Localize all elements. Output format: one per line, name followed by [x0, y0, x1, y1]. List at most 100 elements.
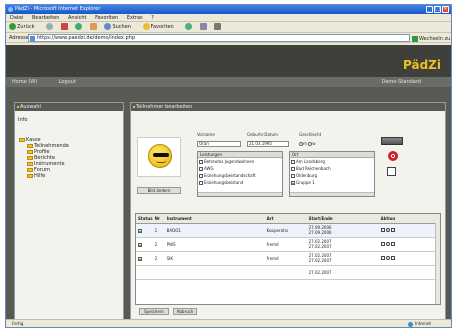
birth-date-field[interactable]: 21.03.1995 [247, 141, 289, 147]
menu-extras[interactable]: Extras [127, 15, 143, 21]
mail-button[interactable] [199, 23, 208, 30]
change-picture-button[interactable]: Bild ändern [137, 187, 181, 194]
back-arrow-icon [9, 23, 16, 30]
leistungen-item[interactable]: Betreutes Jugendwohnen [198, 158, 282, 165]
status-zone: Internet [408, 320, 431, 327]
ort-item[interactable]: Gruppe 1 [290, 179, 374, 186]
brand-logo: PädZi [403, 58, 441, 72]
stop-button[interactable] [60, 23, 69, 30]
leistungen-item[interactable]: Erziehungsbeistand [198, 179, 282, 186]
target-icon[interactable] [388, 151, 398, 161]
nav-home-link[interactable]: Home (W) [12, 79, 37, 85]
menu-ansicht[interactable]: Ansicht [68, 15, 86, 21]
leistungen-item[interactable]: Erziehungsbeistandschaft [198, 172, 282, 179]
mail-icon [199, 23, 207, 30]
minimize-button[interactable]: _ [426, 6, 433, 13]
menu-bar: Datei Bearbeiten Ansicht Favoriten Extra… [6, 14, 451, 22]
row-actions [378, 251, 440, 266]
row-dates: 27.02.2007 [306, 265, 379, 280]
ort-item[interactable]: Bad Reichenbach [290, 165, 374, 172]
table-row[interactable]: 1 BADO1 Kooperativ 27.09.2006 27.09.2006 [136, 223, 440, 238]
checkbox[interactable] [199, 181, 203, 185]
checkbox[interactable] [291, 167, 295, 171]
toolbar: Zurück Suchen Favoriten [6, 22, 451, 33]
menu-help[interactable]: ? [151, 15, 154, 21]
nav-logout-link[interactable]: Logout [59, 79, 76, 85]
main-panel: Teilnehmer bearbeiten Bild ändern Vornam… [130, 102, 446, 321]
avatar [137, 137, 181, 177]
ort-scrollbar[interactable] [290, 192, 374, 196]
play-icon[interactable] [380, 227, 385, 232]
search-icon[interactable] [385, 227, 390, 232]
col-status: Status [136, 214, 153, 224]
star-icon [142, 23, 150, 30]
ort-item[interactable]: Am Landsberg [290, 158, 374, 165]
table-row[interactable]: 27.02.2007 [136, 265, 440, 280]
vorname-field[interactable]: Oran [197, 141, 241, 147]
globe-icon [408, 321, 414, 327]
document-icon[interactable] [390, 227, 395, 232]
maximize-button[interactable]: □ [434, 6, 441, 13]
menu-favoriten[interactable]: Favoriten [95, 15, 118, 21]
gender-label: Geschlecht [299, 132, 322, 137]
status-cell [136, 237, 153, 252]
checkbox[interactable] [199, 174, 203, 178]
leistungen-item[interactable]: AWG [198, 165, 282, 172]
row-end: 27.02.2007 [308, 244, 332, 249]
row-art: fremd [264, 251, 307, 266]
checkbox[interactable] [199, 167, 203, 171]
history-button[interactable] [185, 23, 193, 30]
document-icon[interactable] [390, 241, 395, 246]
search-icon[interactable] [385, 255, 390, 260]
go-button[interactable]: Wechseln zu [412, 34, 450, 44]
menu-bearbeiten[interactable]: Bearbeiten [32, 15, 59, 21]
mouth-shape [156, 160, 166, 163]
nav-profile-label: Demo-Standard [381, 79, 422, 85]
smiley-sunglasses-icon [148, 144, 172, 168]
checkbox-checked[interactable] [291, 181, 295, 185]
status-cell [136, 223, 153, 238]
checkbox[interactable] [291, 174, 295, 178]
page-icon [30, 36, 35, 41]
play-icon[interactable] [380, 255, 385, 260]
forward-arrow-icon [46, 23, 54, 30]
folder-icon [27, 156, 33, 160]
home-button[interactable] [89, 23, 98, 30]
table-scrollbar[interactable] [435, 223, 440, 304]
checkbox[interactable] [199, 160, 203, 164]
folder-icon [27, 150, 33, 154]
sunglasses-shape [153, 153, 169, 157]
back-button[interactable]: Zurück [9, 23, 39, 30]
folder-icon [27, 174, 33, 178]
table-row[interactable]: 2 PWS fremd 27.02.2007 27.02.2007 [136, 237, 440, 252]
checkbox[interactable] [291, 160, 295, 164]
left-panel: Auswahl Info Kasse Teilnehmende Profile … [14, 102, 124, 321]
tree-item-hilfe[interactable]: Hilfe [18, 173, 123, 179]
search-icon[interactable] [385, 241, 390, 246]
ie-logo-icon [8, 7, 13, 12]
play-icon[interactable] [380, 241, 385, 246]
row-dates: 27.02.2007 27.02.2007 [306, 237, 379, 252]
home-icon [89, 23, 97, 30]
status-checkbox[interactable] [138, 242, 142, 247]
favorites-button[interactable]: Favoriten [142, 23, 179, 30]
leistungen-scrollbar[interactable] [198, 192, 282, 196]
cancel-button[interactable]: Abbruch [173, 308, 197, 315]
save-button[interactable]: Speichern [139, 308, 169, 315]
menu-datei[interactable]: Datei [10, 15, 23, 21]
refresh-icon [75, 23, 83, 30]
forward-button[interactable] [46, 23, 54, 30]
search-button[interactable]: Suchen [104, 23, 136, 30]
notepad-icon[interactable] [387, 167, 396, 176]
document-icon[interactable] [390, 255, 395, 260]
status-checkbox[interactable] [138, 256, 142, 261]
close-button[interactable]: × [442, 6, 449, 13]
address-input[interactable]: https://www.paedzi.de/demo/index.php [28, 34, 410, 42]
row-art: Kooperativ [264, 223, 307, 238]
ort-item[interactable]: Oldenburg [290, 172, 374, 179]
filing-cabinet-icon[interactable] [381, 137, 403, 145]
print-button[interactable] [214, 23, 222, 30]
refresh-button[interactable] [75, 23, 83, 30]
table-row[interactable]: 2 SIK fremd 27.02.2007 27.02.2007 [136, 251, 440, 266]
status-checkbox[interactable] [138, 228, 142, 233]
